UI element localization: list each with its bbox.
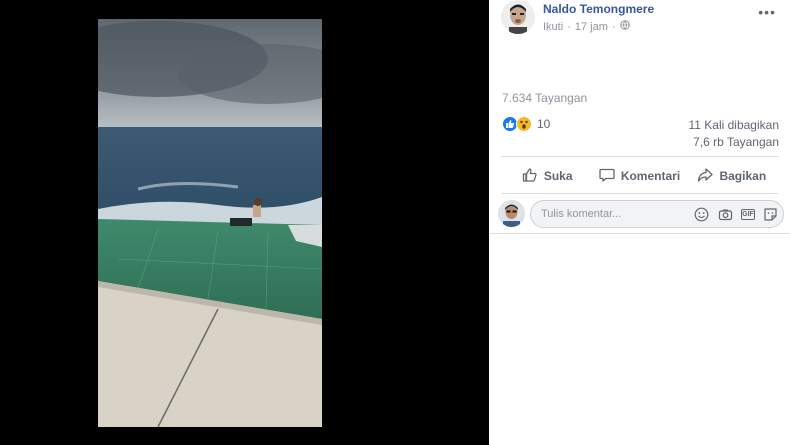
- reaction-count: 10: [537, 117, 551, 131]
- more-options-icon[interactable]: •••: [758, 4, 776, 20]
- gif-icon[interactable]: GIF: [741, 209, 755, 220]
- follow-link[interactable]: Ikuti: [543, 21, 563, 33]
- video-player[interactable]: [0, 0, 489, 445]
- post-side-panel: Naldo Temongmere Ikuti · 17 jam · ••• 7.…: [489, 0, 790, 445]
- divider: [501, 193, 778, 194]
- camera-icon[interactable]: [717, 206, 734, 223]
- divider: [489, 233, 790, 234]
- author-avatar-image: [501, 0, 535, 34]
- view-count-short[interactable]: 7,6 rb Tayangan: [688, 134, 779, 151]
- meta-separator: ·: [611, 20, 616, 33]
- engagement-stats: 11 Kali dibagikan 7,6 rb Tayangan: [688, 117, 779, 151]
- action-bar: Suka Komentari Bagikan: [501, 161, 778, 191]
- author-name[interactable]: Naldo Temongmere: [543, 2, 654, 16]
- commenter-avatar-image: [498, 200, 525, 227]
- post-meta: Ikuti · 17 jam ·: [543, 20, 630, 33]
- reaction-summary[interactable]: 10: [502, 116, 550, 132]
- comment-placeholder: Tulis komentar...: [541, 208, 622, 220]
- video-frame[interactable]: [98, 19, 322, 427]
- sticker-icon[interactable]: [762, 206, 779, 223]
- comment-tools: GIF: [693, 206, 779, 223]
- share-button-label: Bagikan: [719, 169, 767, 183]
- view-count: 7.634 Tayangan: [502, 91, 588, 105]
- divider: [501, 156, 778, 157]
- comment-input[interactable]: Tulis komentar... GIF: [530, 200, 784, 228]
- share-count[interactable]: 11 Kali dibagikan: [688, 117, 779, 134]
- speech-bubble-icon: [599, 167, 615, 186]
- video-scene-image: [98, 19, 322, 427]
- wow-reaction-icon: [516, 116, 532, 132]
- globe-icon[interactable]: [619, 20, 630, 33]
- comment-button-label: Komentari: [620, 169, 681, 183]
- thumbs-up-icon: [522, 167, 538, 186]
- author-avatar[interactable]: [501, 0, 535, 34]
- like-button[interactable]: Suka: [501, 161, 593, 191]
- post-time[interactable]: 17 jam: [575, 21, 608, 33]
- post-header: Naldo Temongmere Ikuti · 17 jam · •••: [501, 0, 786, 40]
- smiley-icon[interactable]: [693, 206, 710, 223]
- like-button-label: Suka: [543, 169, 573, 183]
- comment-button[interactable]: Komentari: [593, 161, 685, 191]
- meta-separator: ·: [567, 20, 571, 33]
- share-arrow-icon: [697, 167, 714, 186]
- comment-composer: Tulis komentar... GIF: [498, 199, 786, 229]
- share-button[interactable]: Bagikan: [686, 161, 778, 191]
- commenter-avatar[interactable]: [498, 200, 525, 227]
